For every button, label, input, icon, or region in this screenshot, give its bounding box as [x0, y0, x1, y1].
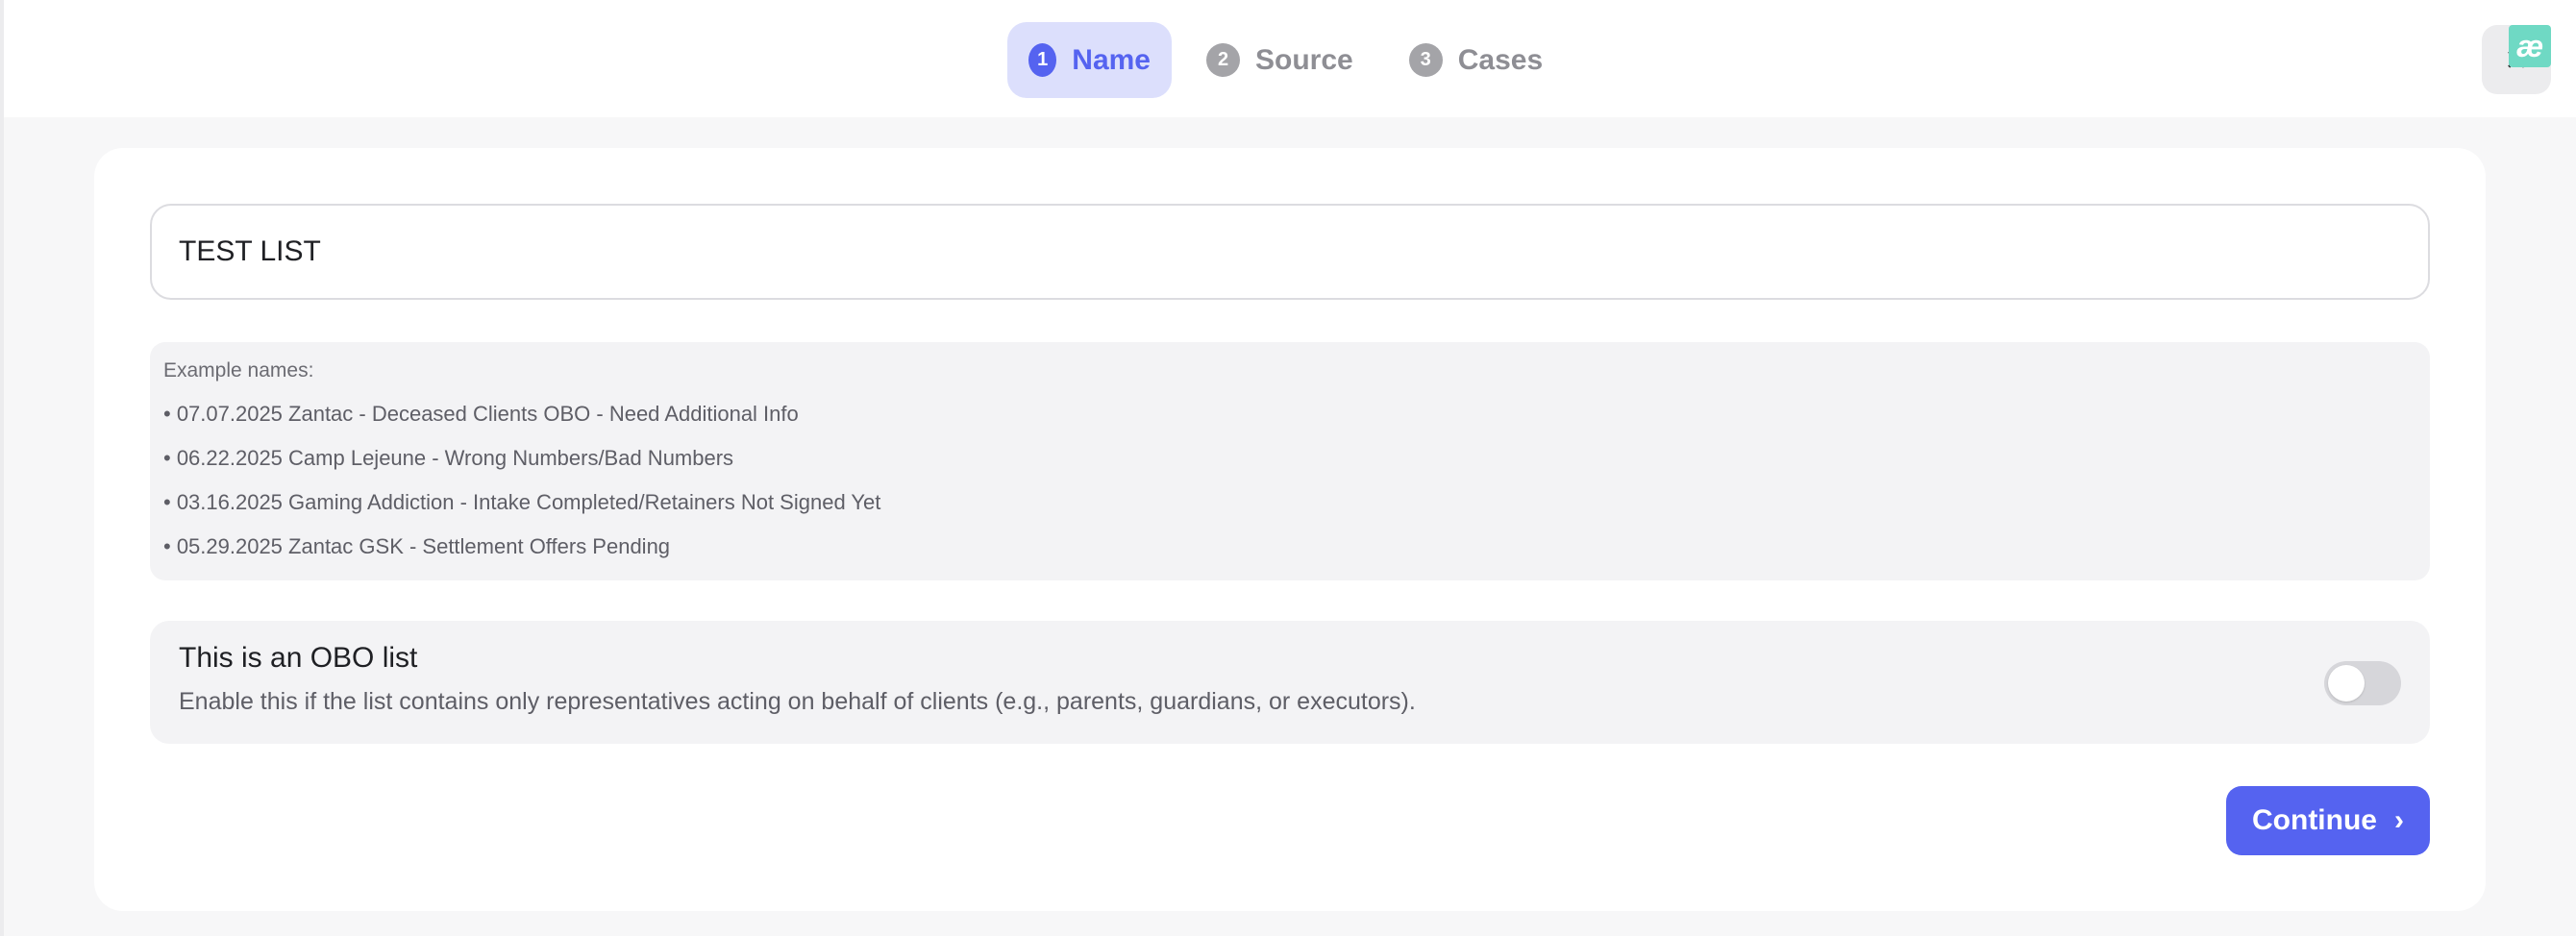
step-label: Cases: [1457, 43, 1544, 76]
stepper: 1 Name 2 Source 3 Cases: [1007, 22, 1577, 98]
obo-toggle[interactable]: [2324, 661, 2401, 705]
example-name-item: • 06.22.2025 Camp Lejeune - Wrong Number…: [163, 446, 734, 470]
example-names-title: Example names:: [163, 359, 314, 382]
chevron-right-icon: ›: [2393, 804, 2404, 836]
example-names-box: Example names: • 07.07.2025 Zantac - Dec…: [150, 342, 2430, 580]
toggle-knob: [2328, 665, 2365, 702]
page: 1 Name 2 Source 3 Cases × æ Example name…: [0, 0, 2576, 936]
continue-label: Continue: [2252, 804, 2377, 836]
form-card: Example names: • 07.07.2025 Zantac - Dec…: [94, 148, 2486, 911]
step-cases[interactable]: 3 Cases: [1388, 22, 1564, 98]
app-logo-glyph: æ: [2515, 28, 2544, 63]
step-number: 2: [1206, 43, 1240, 77]
header: 1 Name 2 Source 3 Cases × æ: [4, 0, 2576, 117]
step-number: 1: [1028, 43, 1057, 77]
step-label: Source: [1255, 43, 1353, 76]
list-name-input[interactable]: [150, 204, 2430, 300]
step-label: Name: [1072, 43, 1151, 76]
example-name-item: • 07.07.2025 Zantac - Deceased Clients O…: [163, 402, 799, 426]
left-edge: [0, 0, 4, 936]
app-logo-icon: æ: [2509, 25, 2551, 67]
step-name[interactable]: 1 Name: [1007, 22, 1172, 98]
obo-section: This is an OBO list Enable this if the l…: [150, 621, 2430, 744]
obo-description: Enable this if the list contains only re…: [179, 688, 1416, 715]
step-source[interactable]: 2 Source: [1185, 22, 1375, 98]
obo-title: This is an OBO list: [179, 642, 418, 674]
example-name-item: • 03.16.2025 Gaming Addiction - Intake C…: [163, 490, 881, 514]
step-number: 3: [1408, 43, 1443, 77]
example-name-item: • 05.29.2025 Zantac GSK - Settlement Off…: [163, 534, 671, 558]
continue-button[interactable]: Continue ›: [2226, 786, 2430, 855]
